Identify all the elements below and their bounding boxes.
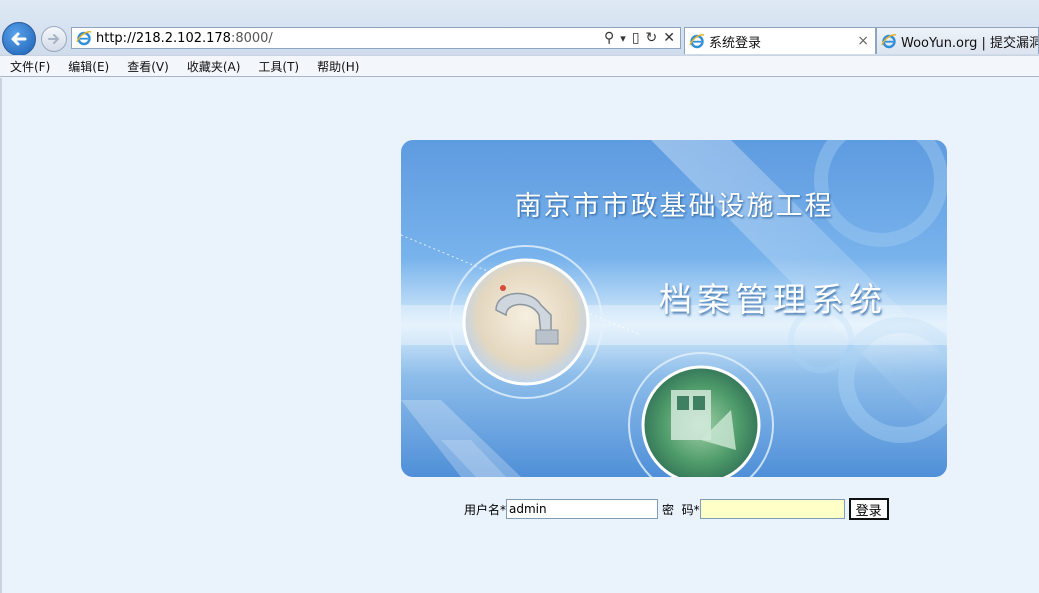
url-port-path: :8000/	[230, 30, 273, 46]
tab-system-login[interactable]: 系统登录 ×	[684, 27, 876, 54]
tab-title: 系统登录	[709, 35, 762, 51]
header-banner: 南京市市政基础设施工程 档案管理系统	[401, 140, 947, 477]
tab-wooyun[interactable]: WooYun.org | 提交漏洞	[876, 27, 1039, 54]
compatibility-view-icon[interactable]: ▯	[632, 30, 640, 46]
tab-title: WooYun.org | 提交漏洞	[901, 35, 1039, 51]
arrow-left-icon	[11, 32, 27, 46]
menu-favorites[interactable]: 收藏夹(A)	[177, 58, 249, 75]
browser-toolbar: http://218.2.102.178:8000/ ⚲ ▾ ▯ ↻ ✕ 系统登…	[0, 0, 1039, 77]
address-tools: ⚲ ▾ ▯ ↻ ✕	[604, 30, 680, 46]
password-label: 密 码*	[662, 502, 700, 517]
username-input[interactable]	[506, 499, 659, 519]
banner-title-city: 南京市市政基础设施工程	[514, 191, 834, 222]
arrow-right-icon	[48, 34, 60, 44]
stop-icon[interactable]: ✕	[663, 30, 675, 46]
forward-button[interactable]	[41, 26, 67, 52]
banner-title-system: 档案管理系统	[659, 280, 887, 319]
menu-bar: 文件(F) 编辑(E) 查看(V) 收藏夹(A) 工具(T) 帮助(H)	[0, 55, 1039, 77]
search-icon[interactable]: ⚲	[604, 30, 614, 46]
ie-logo-icon	[76, 31, 92, 46]
password-input[interactable]	[699, 499, 845, 519]
login-form: 用户名* 密 码* 登录	[464, 498, 889, 520]
username-label: 用户名*	[464, 502, 507, 517]
menu-edit[interactable]: 编辑(E)	[58, 58, 117, 75]
address-bar[interactable]: http://218.2.102.178:8000/ ⚲ ▾ ▯ ↻ ✕	[71, 27, 681, 49]
ie-logo-icon	[881, 34, 897, 49]
url-text: http://218.2.102.178:8000/	[96, 31, 273, 46]
login-button[interactable]: 登录	[848, 498, 889, 520]
menu-tools[interactable]: 工具(T)	[248, 58, 307, 75]
refresh-icon[interactable]: ↻	[646, 30, 658, 46]
ie-logo-icon	[689, 34, 705, 49]
back-button[interactable]	[2, 22, 36, 56]
url-host: http://218.2.102.178	[96, 30, 231, 46]
menu-help[interactable]: 帮助(H)	[307, 58, 367, 75]
chevron-down-icon[interactable]: ▾	[620, 32, 626, 45]
close-icon[interactable]: ×	[857, 33, 869, 49]
menu-file[interactable]: 文件(F)	[0, 58, 58, 75]
menu-view[interactable]: 查看(V)	[117, 58, 177, 75]
